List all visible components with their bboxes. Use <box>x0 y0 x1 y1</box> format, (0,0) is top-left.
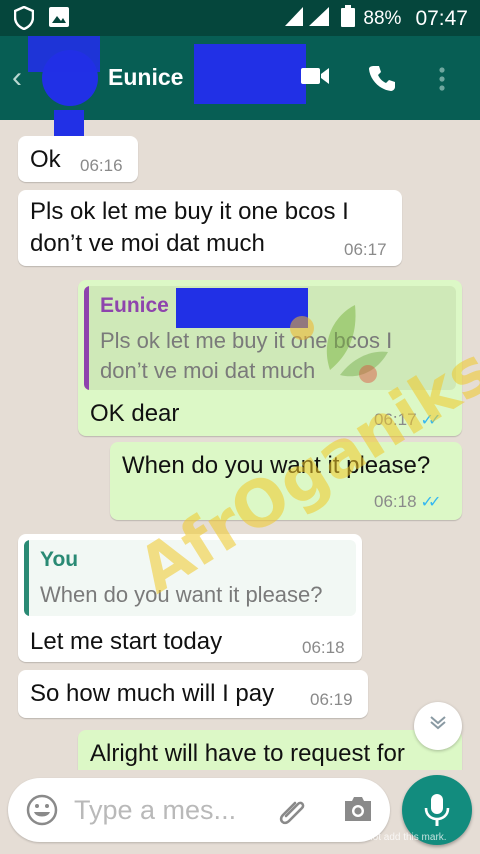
message-list[interactable]: Ok 06:16 Pls ok let me buy it one bcos I… <box>0 120 480 770</box>
quote-author: You <box>40 548 79 571</box>
more-options-icon[interactable] <box>438 66 446 97</box>
scroll-down-button[interactable] <box>414 702 462 750</box>
mic-icon <box>424 794 450 826</box>
message-bubble-incoming[interactable]: Ok 06:16 <box>18 136 138 182</box>
message-text: Ok <box>30 146 61 173</box>
message-time-row: 06:18 ✓✓ <box>374 492 442 512</box>
attach-icon[interactable] <box>276 794 310 833</box>
message-text: Alright will have to request for <box>90 740 405 767</box>
status-bar: 88% 07:47 <box>0 0 480 36</box>
battery-percent: 88% <box>363 8 402 29</box>
back-arrow-icon[interactable]: ‹ <box>12 63 22 93</box>
quote-bar <box>24 540 29 616</box>
quote-author: Eunice <box>100 294 169 317</box>
phone-icon[interactable] <box>368 64 396 97</box>
battery-icon <box>341 5 356 33</box>
message-time: 06:18 <box>374 492 417 511</box>
contact-name[interactable]: Eunice <box>108 64 183 91</box>
signal-icon <box>283 5 333 33</box>
redaction-mark <box>194 44 306 104</box>
message-text-line: Pls ok let me buy it one bcos I <box>30 198 349 225</box>
camera-icon[interactable] <box>342 794 374 829</box>
clock: 07:47 <box>415 7 468 30</box>
video-call-icon[interactable] <box>300 64 330 93</box>
message-text-line: don’t ve moi dat much <box>30 230 265 257</box>
watermark-leaf-logo <box>280 300 390 390</box>
message-text: Let me start today <box>30 628 223 655</box>
watermark-notice: Processed using the free version of Wate… <box>46 832 447 843</box>
message-bubble-incoming[interactable]: So how much will I pay 06:19 <box>18 670 368 718</box>
message-text: OK dear <box>90 400 180 427</box>
message-time: 06:19 <box>310 690 353 709</box>
message-text: So how much will I pay <box>30 680 275 707</box>
quote-bar <box>84 286 89 390</box>
message-time: 06:18 <box>302 638 345 657</box>
double-tick-icon: ✓✓ <box>420 494 442 511</box>
message-bubble-incoming[interactable]: Pls ok let me buy it one bcos I don’t ve… <box>18 190 402 266</box>
message-time: 06:17 <box>344 240 387 259</box>
emoji-icon[interactable] <box>26 794 58 831</box>
message-bubble-outgoing[interactable]: Alright will have to request for <box>78 730 462 770</box>
message-input[interactable] <box>74 790 254 830</box>
shield-icon <box>13 5 35 35</box>
message-time: 06:16 <box>80 156 123 175</box>
chevron-down-icon <box>428 715 448 737</box>
image-icon <box>48 6 70 35</box>
chat-header: ‹ Eunice <box>0 36 480 146</box>
redaction-mark <box>28 36 100 72</box>
